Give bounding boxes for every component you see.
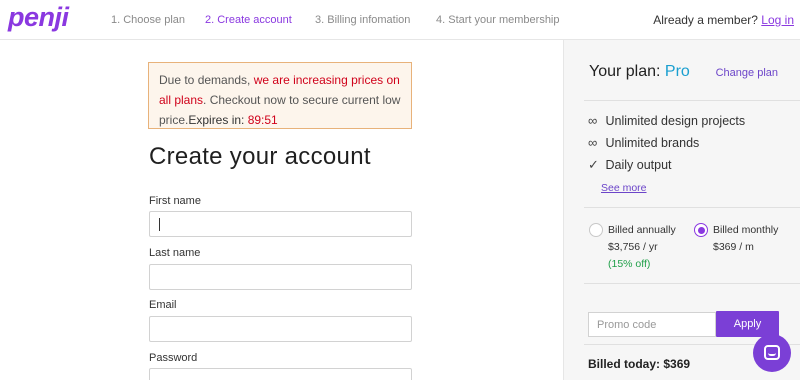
price-increase-notice: Due to demands, we are increasing prices… bbox=[148, 62, 412, 129]
password-input[interactable] bbox=[149, 368, 412, 380]
plan-label: Your plan: bbox=[589, 63, 665, 80]
billed-annually-label[interactable]: Billed annually bbox=[608, 224, 676, 236]
email-label: Email bbox=[149, 299, 177, 311]
see-more-link[interactable]: See more bbox=[601, 182, 647, 194]
annual-discount: (15% off) bbox=[608, 258, 651, 270]
step-choose-plan[interactable]: 1. Choose plan bbox=[111, 14, 185, 26]
login-link[interactable]: Log in bbox=[761, 13, 794, 27]
plan-title: Your plan: Pro bbox=[589, 63, 690, 81]
plan-summary-sidebar: Your plan: Pro Change plan ∞ Unlimited d… bbox=[563, 40, 800, 380]
already-member: Already a member? Log in bbox=[653, 13, 794, 27]
email-input[interactable] bbox=[149, 316, 412, 342]
first-name-input[interactable] bbox=[149, 211, 412, 237]
billed-monthly-radio[interactable] bbox=[694, 223, 708, 237]
feature-label: Daily output bbox=[605, 158, 672, 172]
divider bbox=[584, 100, 800, 101]
last-name-input[interactable] bbox=[149, 264, 412, 290]
text-caret bbox=[159, 218, 160, 231]
feature-item: ∞ Unlimited design projects bbox=[588, 113, 745, 128]
change-plan-link[interactable]: Change plan bbox=[716, 67, 778, 79]
step-create-account: 2. Create account bbox=[205, 14, 292, 26]
infinity-icon: ∞ bbox=[588, 113, 598, 128]
penji-logo[interactable]: penji bbox=[8, 2, 69, 33]
plan-name: Pro bbox=[664, 63, 690, 80]
feature-item: ∞ Unlimited brands bbox=[588, 135, 699, 150]
notice-text-1: Due to demands, bbox=[159, 73, 254, 87]
last-name-label: Last name bbox=[149, 247, 201, 259]
feature-label: Unlimited design projects bbox=[605, 114, 746, 128]
countdown-timer: 89:51 bbox=[247, 113, 278, 127]
check-icon: ✓ bbox=[588, 157, 599, 172]
top-bar: penji 1. Choose plan 2. Create account 3… bbox=[0, 0, 800, 40]
billed-monthly-label[interactable]: Billed monthly bbox=[713, 224, 778, 236]
password-label: Password bbox=[149, 352, 198, 364]
page-title: Create your account bbox=[149, 143, 371, 170]
feature-label: Unlimited brands bbox=[605, 136, 700, 150]
promo-code-input[interactable]: Promo code bbox=[588, 312, 716, 337]
feature-item: ✓ Daily output bbox=[588, 157, 672, 173]
infinity-icon: ∞ bbox=[588, 135, 598, 150]
billed-today: Billed today: $369 bbox=[588, 357, 691, 371]
billed-annually-radio[interactable] bbox=[589, 223, 603, 237]
annual-price: $3,756 / yr bbox=[608, 241, 658, 253]
monthly-price: $369 / m bbox=[713, 241, 754, 253]
first-name-label: First name bbox=[149, 195, 201, 207]
chat-launcher-button[interactable] bbox=[753, 334, 791, 372]
step-billing-information: 3. Billing infomation bbox=[315, 14, 411, 26]
step-start-membership: 4. Start your membership bbox=[436, 14, 560, 26]
expires-label: Expires in: bbox=[188, 113, 248, 127]
divider bbox=[584, 283, 800, 284]
already-member-text: Already a member? bbox=[653, 13, 758, 27]
divider bbox=[584, 207, 800, 208]
